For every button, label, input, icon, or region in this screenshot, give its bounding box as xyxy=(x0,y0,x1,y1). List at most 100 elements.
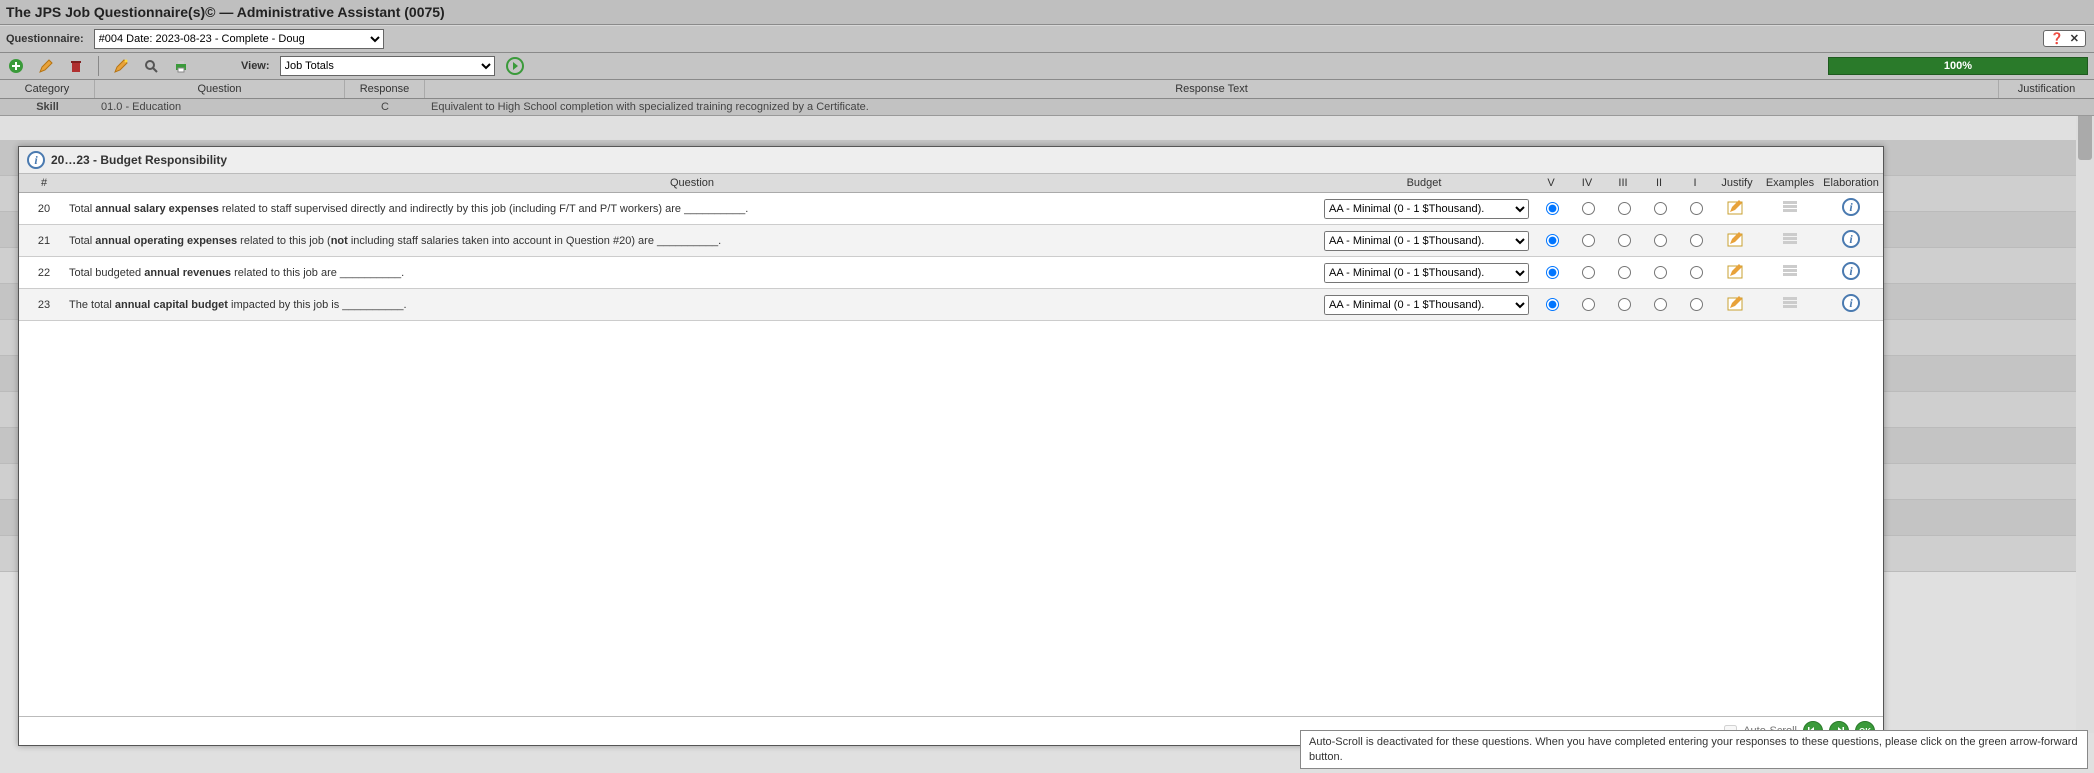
delete-icon[interactable] xyxy=(66,56,86,76)
view-select[interactable]: Job Totals xyxy=(280,56,495,76)
justify-button[interactable] xyxy=(1713,295,1761,314)
progress-text: 100% xyxy=(1944,60,1972,72)
col-justification[interactable]: Justification xyxy=(1999,80,2094,98)
justify-button[interactable] xyxy=(1713,199,1761,218)
radio-iii xyxy=(1605,295,1641,314)
row-num: 23 xyxy=(19,299,69,311)
radio-iv xyxy=(1569,295,1605,314)
elaboration-button[interactable]: i xyxy=(1819,198,1883,219)
close-icon[interactable]: ✕ xyxy=(2070,32,2079,45)
panel-table-header: # Question Budget V IV III II I Justify … xyxy=(19,174,1883,193)
questionnaire-select[interactable]: #004 Date: 2023-08-23 - Complete - Doug xyxy=(94,29,384,49)
radio-i xyxy=(1677,231,1713,250)
radio-ii xyxy=(1641,263,1677,282)
radio-input-iv[interactable] xyxy=(1582,266,1595,279)
col-responsetext[interactable]: Response Text xyxy=(425,80,1999,98)
radio-input-iii[interactable] xyxy=(1618,234,1631,247)
print-icon[interactable] xyxy=(171,56,191,76)
row-budget: AA - Minimal (0 - 1 $Thousand). xyxy=(1315,231,1533,251)
radio-iii xyxy=(1605,263,1641,282)
th-budget: Budget xyxy=(1315,174,1533,192)
examples-button[interactable] xyxy=(1761,264,1819,281)
radio-input-v[interactable] xyxy=(1546,202,1559,215)
radio-input-iv[interactable] xyxy=(1582,298,1595,311)
question-panel: i 20…23 - Budget Responsibility # Questi… xyxy=(18,146,1884,746)
row-num: 22 xyxy=(19,267,69,279)
budget-select[interactable]: AA - Minimal (0 - 1 $Thousand). xyxy=(1324,199,1529,219)
col-question[interactable]: Question xyxy=(95,80,345,98)
search-icon[interactable] xyxy=(141,56,161,76)
radio-input-iii[interactable] xyxy=(1618,298,1631,311)
radio-input-i[interactable] xyxy=(1690,202,1703,215)
peek-question: 01.0 - Education xyxy=(95,99,345,115)
grid-header: Category Question Response Response Text… xyxy=(0,80,2094,99)
budget-select[interactable]: AA - Minimal (0 - 1 $Thousand). xyxy=(1324,295,1529,315)
th-iv: IV xyxy=(1569,174,1605,192)
radio-input-ii[interactable] xyxy=(1654,234,1667,247)
radio-input-iii[interactable] xyxy=(1618,266,1631,279)
edit-icon[interactable] xyxy=(36,56,56,76)
help-close-box: ❓ ✕ xyxy=(2043,30,2086,47)
row-budget: AA - Minimal (0 - 1 $Thousand). xyxy=(1315,295,1533,315)
th-examples: Examples xyxy=(1761,174,1819,192)
radio-input-iii[interactable] xyxy=(1618,202,1631,215)
row-question: Total annual salary expenses related to … xyxy=(69,203,1315,215)
col-response[interactable]: Response xyxy=(345,80,425,98)
panel-table-body: 20Total annual salary expenses related t… xyxy=(19,193,1883,716)
radio-input-v[interactable] xyxy=(1546,234,1559,247)
radio-v xyxy=(1533,295,1569,314)
elaboration-button[interactable]: i xyxy=(1819,294,1883,315)
panel-header: i 20…23 - Budget Responsibility xyxy=(19,147,1883,174)
radio-input-v[interactable] xyxy=(1546,266,1559,279)
radio-i xyxy=(1677,295,1713,314)
row-budget: AA - Minimal (0 - 1 $Thousand). xyxy=(1315,263,1533,283)
go-icon[interactable] xyxy=(505,56,525,76)
radio-input-iv[interactable] xyxy=(1582,234,1595,247)
justify-button[interactable] xyxy=(1713,231,1761,250)
radio-input-i[interactable] xyxy=(1690,234,1703,247)
radio-input-ii[interactable] xyxy=(1654,266,1667,279)
th-justify: Justify xyxy=(1713,174,1761,192)
radio-input-ii[interactable] xyxy=(1654,298,1667,311)
add-icon[interactable] xyxy=(6,56,26,76)
radio-ii xyxy=(1641,231,1677,250)
elaboration-button[interactable]: i xyxy=(1819,262,1883,283)
radio-input-i[interactable] xyxy=(1690,266,1703,279)
help-icon[interactable]: ❓ xyxy=(2050,32,2064,45)
radio-v xyxy=(1533,231,1569,250)
th-num: # xyxy=(19,174,69,192)
page-scrollbar[interactable] xyxy=(2076,100,2094,733)
questionnaire-label: Questionnaire: xyxy=(6,33,84,45)
radio-ii xyxy=(1641,295,1677,314)
radio-iii xyxy=(1605,199,1641,218)
radio-input-v[interactable] xyxy=(1546,298,1559,311)
row-question: Total annual operating expenses related … xyxy=(69,235,1315,247)
peek-justification xyxy=(1999,99,2094,115)
th-i: I xyxy=(1677,174,1713,192)
row-question: The total annual capital budget impacted… xyxy=(69,299,1315,311)
radio-input-i[interactable] xyxy=(1690,298,1703,311)
examples-button[interactable] xyxy=(1761,296,1819,313)
justify-button[interactable] xyxy=(1713,263,1761,282)
radio-iv xyxy=(1569,263,1605,282)
examples-button[interactable] xyxy=(1761,232,1819,249)
radio-iv xyxy=(1569,231,1605,250)
budget-select[interactable]: AA - Minimal (0 - 1 $Thousand). xyxy=(1324,263,1529,283)
peek-category: Skill xyxy=(0,99,95,115)
info-icon[interactable]: i xyxy=(27,151,45,169)
row-num: 20 xyxy=(19,203,69,215)
radio-input-ii[interactable] xyxy=(1654,202,1667,215)
peek-response: C xyxy=(345,99,425,115)
radio-ii xyxy=(1641,199,1677,218)
radio-input-iv[interactable] xyxy=(1582,202,1595,215)
radio-i xyxy=(1677,263,1713,282)
questionnaire-bar: Questionnaire: #004 Date: 2023-08-23 - C… xyxy=(0,25,2094,53)
elaboration-button[interactable]: i xyxy=(1819,230,1883,251)
status-message: Auto-Scroll is deactivated for these que… xyxy=(1300,730,2088,769)
th-iii: III xyxy=(1605,174,1641,192)
col-category[interactable]: Category xyxy=(0,80,95,98)
th-elaboration: Elaboration xyxy=(1819,174,1883,192)
examples-button[interactable] xyxy=(1761,200,1819,217)
wizard-icon[interactable] xyxy=(111,56,131,76)
budget-select[interactable]: AA - Minimal (0 - 1 $Thousand). xyxy=(1324,231,1529,251)
